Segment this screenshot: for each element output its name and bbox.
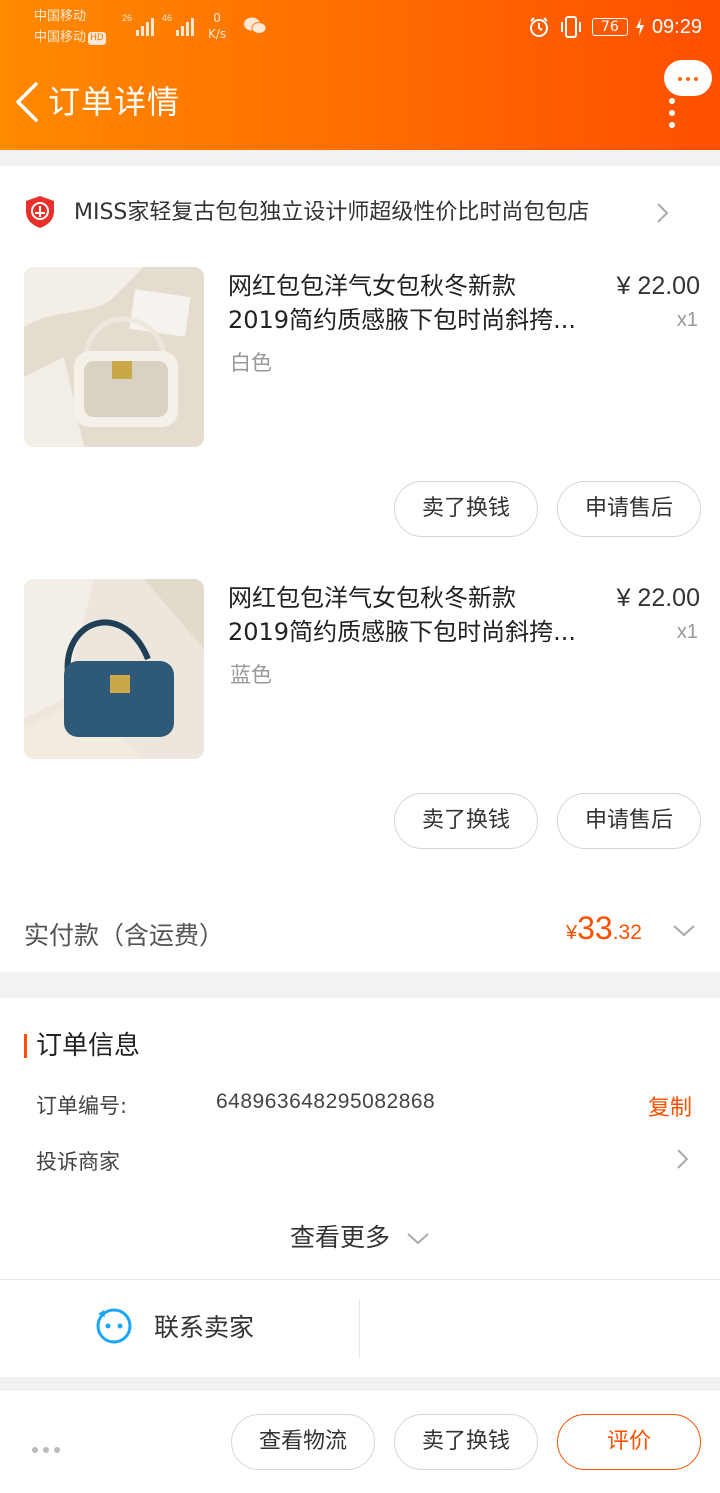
net-speed-value: 0 (213, 11, 221, 25)
product-thumbnail[interactable] (24, 267, 204, 447)
bag-body (64, 661, 174, 737)
view-more-button[interactable]: 查看更多 (0, 1218, 720, 1254)
view-more-label: 查看更多 (290, 1223, 391, 1252)
amount-decimal: .32 (612, 921, 642, 944)
item-price: ¥ 22.00 (616, 584, 700, 612)
amount-integer: 33 (577, 910, 613, 946)
item-quantity: x1 (676, 309, 698, 331)
page-title: 订单详情 (48, 83, 181, 121)
after-sale-button[interactable]: 申请售后 (557, 481, 701, 537)
battery-indicator: 76 (591, 18, 628, 36)
shop-name: MISS家轻复古包包独立设计师超级性价比时尚包包店 (74, 200, 590, 225)
product-thumbnail[interactable] (24, 579, 204, 759)
item-title-line-1: 网红包包洋气女包秋冬新款 (228, 584, 516, 612)
vibrate-icon (560, 16, 581, 38)
signal-2-label: 46 (162, 13, 172, 23)
item-title-line-2: 2019简约质感腋下包时尚斜挎... (228, 306, 576, 334)
resell-button[interactable]: 卖了换钱 (394, 1414, 538, 1470)
section-title: 订单信息 (24, 1028, 140, 1064)
signal-1-icon: 26 (122, 13, 154, 36)
payment-row[interactable]: 实付款（含运费） ¥33.32 (0, 906, 720, 962)
item-title-line-1: 网红包包洋气女包秋冬新款 (228, 272, 516, 300)
order-item[interactable]: 网红包包洋气女包秋冬新款 2019简约质感腋下包时尚斜挎... 蓝色 ¥ 22.… (0, 579, 720, 759)
app-header: 中国移动 中国移动 HD 26 46 0 K/s 76 09:29 订单详情 (0, 0, 720, 150)
order-item[interactable]: 网红包包洋气女包秋冬新款 2019简约质感腋下包时尚斜挎... 白色 ¥ 22.… (0, 267, 720, 447)
after-sale-button[interactable]: 申请售后 (557, 793, 701, 849)
item-quantity: x1 (676, 621, 698, 643)
wechat-icon (244, 17, 266, 34)
clock: 09:29 (651, 15, 702, 38)
chat-bubble-icon (96, 1308, 132, 1344)
net-speed-unit: K/s (208, 27, 227, 41)
payment-amount: ¥33.32 (566, 910, 642, 947)
currency-symbol: ¥ (566, 922, 578, 944)
carrier-1: 中国移动 (34, 9, 87, 24)
back-icon[interactable] (12, 80, 40, 124)
status-right: 76 09:29 (528, 12, 702, 42)
alarm-icon (529, 17, 548, 37)
charging-icon (635, 18, 644, 36)
order-number-label: 订单编号: (36, 1094, 128, 1118)
signal-2-icon: 46 (162, 13, 194, 36)
payment-label: 实付款（含运费） (24, 921, 225, 950)
shop-badge-icon (26, 196, 54, 228)
product-image-white-bag (24, 267, 204, 447)
copy-button[interactable]: 复制 (648, 1090, 692, 1122)
product-image-blue-bag (24, 579, 204, 759)
contact-strip: 联系卖家 (0, 1279, 720, 1377)
net-speed: 0 K/s (208, 10, 226, 42)
hd-badge: HD (88, 32, 106, 45)
review-button[interactable]: 评价 (557, 1414, 701, 1470)
overflow-dots-icon[interactable] (669, 98, 675, 134)
carrier-2: 中国移动 (34, 30, 87, 45)
bottom-action-bar: 查看物流 卖了换钱 评价 (0, 1389, 720, 1493)
chevron-right-icon (657, 203, 669, 223)
item-spec: 白色 (230, 351, 272, 375)
resell-button[interactable]: 卖了换钱 (394, 793, 538, 849)
more-menu-button[interactable] (664, 60, 712, 96)
carrier-info: 中国移动 中国移动 HD (34, 6, 106, 48)
view-logistics-button[interactable]: 查看物流 (231, 1414, 375, 1470)
shop-row[interactable]: MISS家轻复古包包独立设计师超级性价比时尚包包店 (0, 186, 720, 238)
chevron-right-icon[interactable] (676, 1148, 690, 1170)
more-actions-icon[interactable] (32, 1438, 65, 1457)
order-card: MISS家轻复古包包独立设计师超级性价比时尚包包店 网红包包洋气女包秋冬新款 2… (0, 166, 720, 972)
complain-merchant-label[interactable]: 投诉商家 (36, 1146, 120, 1176)
order-number-value: 648963648295082868 (216, 1090, 436, 1113)
chevron-down-icon[interactable] (672, 924, 696, 938)
item-spec: 蓝色 (230, 663, 272, 687)
resell-button[interactable]: 卖了换钱 (394, 481, 538, 537)
item-price: ¥ 22.00 (616, 272, 700, 300)
chevron-down-icon (407, 1233, 429, 1245)
item-title[interactable]: 网红包包洋气女包秋冬新款 2019简约质感腋下包时尚斜挎... (228, 269, 600, 337)
status-bar: 中国移动 中国移动 HD 26 46 0 K/s 76 09:29 (0, 0, 720, 52)
divider (359, 1300, 360, 1358)
contact-seller-label: 联系卖家 (154, 1313, 255, 1342)
item-title-line-2: 2019简约质感腋下包时尚斜挎... (228, 618, 576, 646)
item-title[interactable]: 网红包包洋气女包秋冬新款 2019简约质感腋下包时尚斜挎... (228, 581, 600, 649)
signal-1-label: 26 (122, 13, 132, 23)
order-info-card: 订单信息 订单编号: 648963648295082868 复制 投诉商家 查看… (0, 998, 720, 1377)
